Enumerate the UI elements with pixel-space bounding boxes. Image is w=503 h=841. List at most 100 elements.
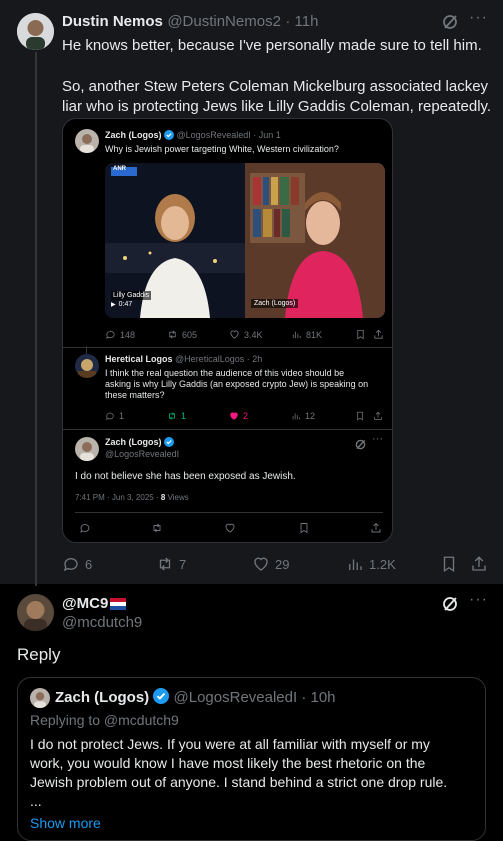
post-text-line: He knows better, because I've personally… <box>62 37 482 54</box>
quoted-thread-card[interactable]: Zach (Logos) @LogosRevealedI · Jun 1 Why… <box>62 118 393 543</box>
view-count: 12 <box>305 411 316 421</box>
like-count: 29 <box>275 556 290 572</box>
bookmark-button[interactable] <box>355 329 366 340</box>
avatar[interactable] <box>17 594 54 631</box>
bookmark-button[interactable] <box>355 411 365 421</box>
avatar[interactable] <box>17 13 54 50</box>
avatar[interactable] <box>75 354 99 378</box>
share-button[interactable] <box>373 411 383 421</box>
video-caption-right: Zach (Logos) <box>251 299 299 308</box>
post-text-line: Jewish problem out of anyone. I stand be… <box>30 774 448 790</box>
avatar-photo <box>17 13 54 50</box>
post-time[interactable]: · Jun 1 <box>253 130 281 140</box>
post-text: Why is Jewish power targeting White, Wes… <box>105 144 339 154</box>
post-time[interactable]: · 11h <box>285 13 318 30</box>
post-time[interactable]: · 2h <box>247 354 263 364</box>
heart-icon <box>254 557 268 571</box>
quoted-post-card[interactable]: Zach (Logos) @LogosRevealedI · 10h Reply… <box>17 677 486 841</box>
reply-icon <box>106 330 115 339</box>
author-name[interactable]: Dustin Nemos <box>62 13 163 30</box>
views-button[interactable]: 12 <box>291 411 315 421</box>
post-time[interactable]: · 10h <box>301 689 335 706</box>
author-handle[interactable]: @mcdutch9 <box>62 614 142 631</box>
avatar[interactable] <box>30 688 50 708</box>
view-count: 8 <box>160 493 166 502</box>
author-name[interactable]: @MC9 <box>62 595 108 612</box>
bookmark-button[interactable] <box>298 522 310 534</box>
more-options-icon[interactable]: ··· <box>372 433 383 445</box>
repost-count: 7 <box>179 556 187 572</box>
like-button[interactable]: 3.4K <box>229 329 263 340</box>
repost-button[interactable]: 1 <box>167 411 186 421</box>
video-player[interactable]: ANR Lilly Gaddis ▶ 0:47 Zach (Logos) <box>105 163 385 318</box>
grok-icon[interactable] <box>442 14 458 35</box>
grok-icon[interactable] <box>355 437 366 455</box>
views-button[interactable]: 1.2K <box>346 555 396 573</box>
share-icon <box>374 329 383 339</box>
like-count: 3.4K <box>244 329 263 340</box>
reply-count: 1 <box>119 411 125 421</box>
share-button[interactable] <box>373 329 384 340</box>
share-button[interactable] <box>370 522 382 534</box>
bookmark-icon <box>443 556 455 573</box>
author-handle[interactable]: @DustinNemos2 <box>167 13 281 30</box>
repost-button[interactable]: 605 <box>167 329 197 340</box>
views-icon <box>292 331 301 339</box>
replying-to[interactable]: Replying to @mcdutch9 <box>30 712 179 728</box>
reply-button[interactable]: 1 <box>105 411 124 421</box>
video-progress[interactable]: ▶ 0:47 <box>111 301 132 308</box>
reply-button[interactable]: 148 <box>105 329 135 340</box>
share-icon <box>374 411 382 420</box>
reply-button[interactable]: 6 <box>62 555 92 573</box>
share-icon <box>472 556 486 571</box>
like-button[interactable]: 29 <box>252 555 289 573</box>
show-more-link[interactable]: Show more <box>30 815 101 831</box>
post-text-line: I think the real question the audience o… <box>105 368 345 378</box>
views-label: Views <box>167 493 189 502</box>
author-name[interactable]: Zach (Logos) <box>105 437 162 447</box>
author-handle[interactable]: @LogosRevealedI <box>105 449 179 459</box>
author-handle[interactable]: @HereticalLogos <box>175 354 244 364</box>
repost-icon <box>169 412 175 420</box>
verified-badge-icon <box>153 688 170 704</box>
bookmark-button[interactable] <box>440 555 458 573</box>
reply-count: 6 <box>85 556 93 572</box>
avatar[interactable] <box>75 437 99 461</box>
reply-button[interactable] <box>79 522 91 534</box>
like-button[interactable]: 2 <box>229 411 248 421</box>
author-name[interactable]: Zach (Logos) <box>55 689 149 706</box>
play-icon[interactable]: ▶ <box>111 301 116 308</box>
top-post[interactable]: Dustin Nemos @DustinNemos2 · 11h ··· He … <box>0 0 503 592</box>
repost-icon <box>159 557 171 571</box>
views-icon <box>349 559 362 570</box>
reply-icon <box>80 524 90 533</box>
view-count: 81K <box>306 329 323 340</box>
author-name[interactable]: Heretical Logos <box>105 354 173 364</box>
more-options-icon[interactable]: ··· <box>469 9 488 27</box>
author-handle[interactable]: @LogosRevealedI <box>174 689 298 706</box>
repost-button[interactable] <box>151 522 163 534</box>
repost-count: 605 <box>182 329 198 340</box>
reply-post[interactable]: @MC9 @mcdutch9 ··· Reply Zach (Logos) @L… <box>0 586 503 841</box>
repost-icon <box>169 330 176 339</box>
heart-icon <box>230 330 239 339</box>
post-timestamp[interactable]: 7:41 PM · Jun 3, 2025 · <box>75 493 159 502</box>
views-icon <box>292 413 300 420</box>
author-name[interactable]: Zach (Logos) <box>105 130 162 140</box>
like-button[interactable] <box>224 522 236 534</box>
post-text-line: ... <box>30 793 42 809</box>
grok-icon[interactable] <box>442 596 458 617</box>
more-options-icon[interactable]: ··· <box>469 591 488 609</box>
author-handle[interactable]: @LogosRevealedI <box>177 130 251 140</box>
like-count: 2 <box>243 411 249 421</box>
avatar[interactable] <box>75 129 99 153</box>
post-text-line: work, you would know I have most likely … <box>30 755 426 771</box>
post-text: Reply <box>17 645 61 664</box>
share-button[interactable] <box>470 555 488 573</box>
divider <box>63 429 392 430</box>
repost-button[interactable]: 7 <box>156 555 186 573</box>
post-text-line: I do not protect Jews. If you were at al… <box>30 736 430 752</box>
view-count: 1.2K <box>369 556 396 572</box>
views-button[interactable]: 81K <box>291 329 322 340</box>
heart-filled-icon <box>230 412 238 420</box>
